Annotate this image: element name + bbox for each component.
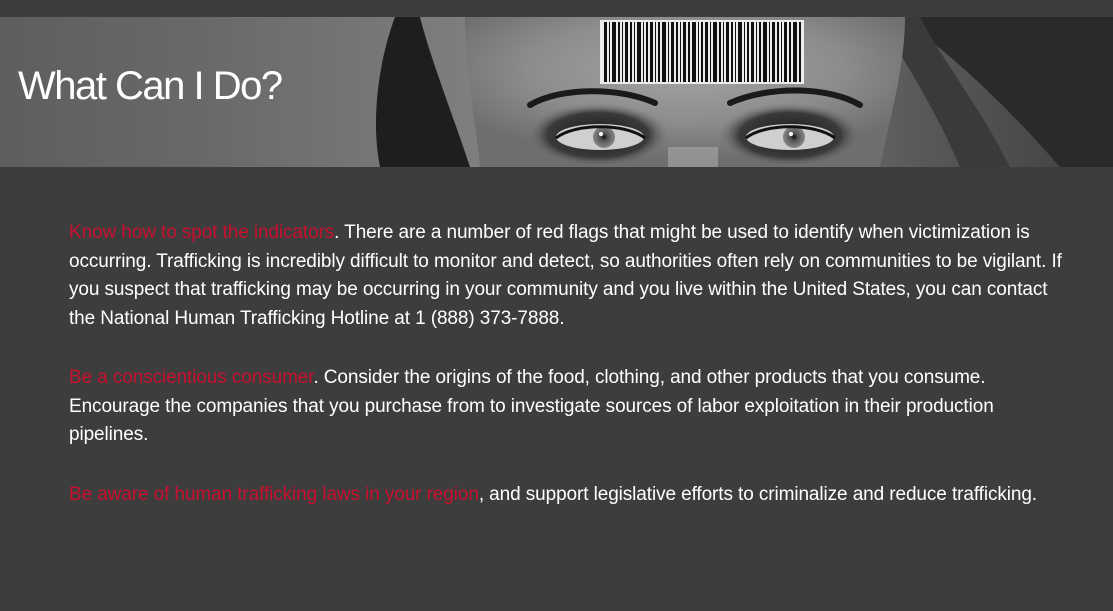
right-iris: [783, 126, 805, 148]
section-laws: Be aware of human trafficking laws in yo…: [69, 481, 1069, 510]
section-indicators: Know how to spot the indicators. There a…: [69, 219, 1069, 333]
spot-indicators-link[interactable]: Know how to spot the indicators: [69, 222, 334, 243]
section-laws-text: , and support legislative efforts to cri…: [478, 483, 1037, 505]
main-content: Know how to spot the indicators. There a…: [69, 219, 1069, 540]
hero-banner: What Can I Do?: [0, 17, 1113, 167]
top-strip: [0, 0, 1113, 17]
section-consumer: Be a conscientious consumer. Consider th…: [69, 364, 1069, 450]
conscientious-consumer-link[interactable]: Be a conscientious consumer: [69, 367, 314, 388]
trafficking-laws-link[interactable]: Be aware of human trafficking laws in yo…: [69, 484, 479, 505]
hair-left: [375, 17, 470, 167]
page-title: What Can I Do?: [18, 64, 283, 108]
left-iris: [593, 126, 615, 148]
